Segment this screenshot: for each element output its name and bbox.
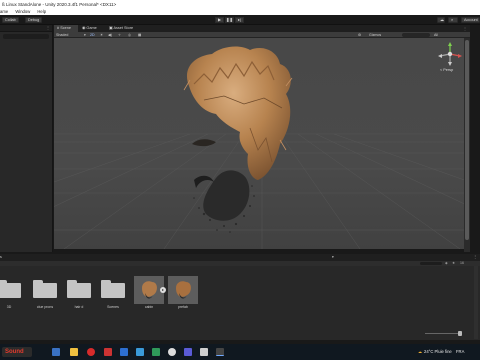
project-search-input[interactable] (420, 262, 442, 265)
folder-icon (33, 280, 57, 298)
project-tab[interactable]: s (0, 254, 2, 261)
scene-scrollbar-thumb[interactable] (465, 40, 469, 240)
app-icon-blue[interactable] (120, 348, 128, 356)
project-toolbar: ◈ ★ 16 (0, 261, 480, 266)
menu-item-game-object[interactable]: ame (0, 9, 8, 14)
window-title: ß Linux StandAlone - Unity 2020.3.4f1 Pe… (0, 0, 480, 9)
app-icon-red[interactable] (104, 348, 112, 356)
asset-label: 3D (6, 305, 12, 309)
scene-render (54, 38, 470, 249)
project-more-icon[interactable]: ⋮ (473, 254, 477, 261)
app-icon-purple[interactable] (184, 348, 192, 356)
folder-icon (0, 280, 21, 298)
scene-scrollbar[interactable] (464, 38, 470, 252)
grid-icon: # (57, 26, 60, 30)
weather-label[interactable]: 24°C Pluie fine (424, 344, 452, 360)
folder-icon (101, 280, 125, 298)
asset-folder-scenes[interactable]: Scenes (98, 276, 128, 312)
debug-button[interactable]: Debug (25, 17, 43, 23)
play-button[interactable]: ▶ (215, 17, 224, 23)
collab-button[interactable]: Collab (2, 17, 19, 23)
scene-viewport[interactable]: < Persp (54, 38, 470, 249)
persp-label[interactable]: < Persp (440, 68, 453, 72)
brand-logo: Sound (2, 347, 32, 357)
hierarchy-search-input[interactable] (3, 34, 49, 39)
menu-item-window[interactable]: Window (15, 9, 30, 14)
language-indicator[interactable]: FRA (456, 344, 464, 360)
pause-button[interactable]: ❚❚ (225, 17, 234, 23)
asset-label: prefab (178, 305, 188, 309)
icon-size-slider[interactable] (425, 333, 461, 334)
project-panel: s ▾ ⋮ ◈ ★ 16 3D clue prons hair d Scenes (0, 252, 480, 347)
asset-prefab-prefab[interactable]: prefab (168, 276, 198, 312)
hidden-count-label: 16 (460, 261, 464, 265)
tab-scene[interactable]: # Scene (54, 25, 78, 32)
app-icon-gray[interactable] (200, 348, 208, 356)
brand-label: Sound (5, 349, 24, 355)
app-icon-green[interactable] (152, 348, 160, 356)
project-tab-bar: s ▾ ⋮ (0, 254, 480, 261)
unity-editor-window: ß Linux StandAlone - Unity 2020.3.4f1 Pe… (0, 0, 480, 360)
asset-label: clue prons (36, 305, 54, 309)
asset-label: hair d (74, 305, 84, 309)
collab-label: Collab (5, 18, 16, 22)
scene-search-input[interactable] (402, 33, 430, 37)
expand-prefab-icon[interactable]: ▸ (160, 287, 166, 293)
asset-folder-hair-d[interactable]: hair d (64, 276, 94, 312)
prefab-icon (168, 276, 198, 304)
weather-icon[interactable]: ☁ (418, 344, 422, 360)
step-button[interactable]: ▸| (235, 17, 244, 23)
asset-folder-clue-prons[interactable]: clue prons (30, 276, 60, 312)
hierarchy-panel: ⋮ (0, 25, 53, 252)
task-view-icon[interactable] (52, 348, 60, 356)
hierarchy-tab[interactable]: ⋮ (0, 25, 52, 32)
more-options-icon[interactable]: ⋮ (46, 25, 50, 31)
unity-editor-icon[interactable] (216, 348, 224, 356)
playback-controls: ▶ ❚❚ ▸| (215, 17, 244, 23)
project-scrollbar[interactable] (474, 266, 478, 339)
tab-asset-store[interactable]: ▣ Asset Store (106, 25, 136, 32)
asset-prefab-cabin[interactable]: cabin (134, 276, 164, 312)
tab-game[interactable]: ◉ Game (79, 25, 100, 32)
folder-icon (67, 280, 91, 298)
scene-more-icon[interactable]: ⋮ (463, 25, 467, 32)
favorite-icon[interactable]: ★ (452, 261, 455, 265)
debug-label: Debug (28, 18, 40, 22)
app-icon-light-blue[interactable] (136, 348, 144, 356)
asset-label: cabin (144, 305, 154, 309)
icon-size-slider-handle[interactable] (458, 331, 462, 336)
tab-game-label: Game (86, 26, 97, 30)
asset-folder-3d[interactable]: 3D (0, 276, 24, 312)
asset-label: Scenes (107, 305, 119, 309)
menu-item-help[interactable]: Help (37, 9, 46, 14)
cloud-icon[interactable]: ☁ (437, 17, 445, 23)
filter-icon[interactable]: ◈ (445, 261, 448, 265)
account-label: Account (464, 18, 478, 22)
gamepad-icon: ◉ (82, 26, 86, 30)
scene-tab-bar: # Scene ◉ Game ▣ Asset Store ⋮ (54, 25, 470, 32)
unity-hub-icon[interactable] (168, 348, 176, 356)
file-explorer-icon[interactable] (70, 348, 78, 356)
account-button[interactable]: Account (461, 17, 480, 23)
tab-scene-label: Scene (60, 26, 71, 30)
search-icon[interactable]: ⌕ (448, 17, 458, 23)
add-asset-icon[interactable]: ▾ (332, 254, 334, 261)
opera-icon[interactable] (87, 348, 95, 356)
main-toolbar: Collab Debug ▶ ❚❚ ▸| ☁ ⌕ Account (0, 15, 480, 25)
taskbar: Sound ☁ 24°C Pluie fine FRA (0, 344, 480, 360)
tab-asset-store-label: Asset Store (113, 26, 134, 30)
